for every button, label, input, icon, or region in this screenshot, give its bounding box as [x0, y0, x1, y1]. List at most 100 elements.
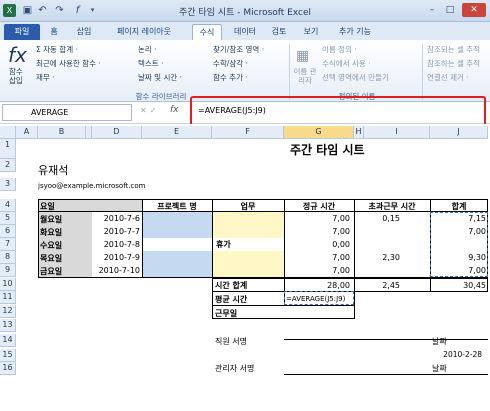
close-button[interactable]: ✕ [462, 3, 486, 17]
day-label: 목요일 [40, 254, 63, 263]
overtime-hours: 0,15 [382, 214, 400, 223]
insert-function-icon[interactable]: fx [8, 43, 27, 67]
col-header-j[interactable]: J [430, 126, 488, 139]
summary-rule [212, 305, 213, 319]
remove-arrows-button[interactable]: 연결선 제거 · [427, 72, 469, 83]
average-formula[interactable]: =AVERAGE(J5:J9) [286, 295, 345, 303]
name-box[interactable]: AVERAGE [2, 104, 132, 121]
header-total: 합계 [451, 202, 467, 211]
row-header[interactable]: 14 [0, 334, 16, 347]
row-header[interactable]: 4 [0, 199, 16, 212]
day-label: 금요일 [40, 267, 63, 276]
trace-precedents-button[interactable]: 참조되는 셀 추적 [427, 44, 480, 55]
col-header-g[interactable]: G [284, 126, 354, 139]
header-overtime: 초과근무 시간 [368, 202, 416, 211]
col-header-b[interactable]: B [38, 126, 86, 139]
total-hours: 7,00 [468, 227, 486, 236]
col-header-e[interactable]: E [142, 126, 212, 139]
day-label: 수요일 [40, 241, 63, 250]
col-header-i[interactable]: I [364, 126, 430, 139]
cancel-enter-icons[interactable]: ✕✓ [140, 106, 159, 115]
row-header[interactable]: 10 [0, 278, 16, 291]
col-header-a[interactable]: A [16, 126, 38, 139]
tab-review[interactable]: 검토 [266, 24, 292, 40]
row-header[interactable]: 16 [0, 362, 16, 375]
date-cell: 2010-7-6 [103, 214, 140, 223]
header-day: 요일 [40, 202, 55, 211]
regular-hours: 7,00 [332, 227, 350, 236]
workdays-label: 근무일 [215, 309, 238, 318]
col-header-d[interactable]: D [92, 126, 142, 139]
col-header-f[interactable]: F [212, 126, 284, 139]
lookup-reference-button[interactable]: 찾기/참조 영역 · [213, 44, 264, 55]
name-manager-button[interactable]: 이름 관리자 [292, 67, 318, 85]
date-cell: 2010-7-10 [98, 266, 140, 275]
row-header[interactable]: 12 [0, 305, 16, 318]
tab-addins[interactable]: 추가 기능 [330, 24, 380, 40]
signature-date: 2010-2-28 [443, 350, 482, 359]
header-regular: 정규 시간 [302, 202, 336, 211]
recent-functions-button[interactable]: 최근에 사용한 함수 · [36, 58, 101, 69]
date-label-2: 날짜 [432, 364, 447, 373]
grand-total: 30,45 [463, 281, 486, 290]
regular-hours: 7,00 [332, 266, 350, 275]
date-cell: 2010-7-9 [103, 253, 140, 262]
row-header[interactable]: 15 [0, 349, 16, 362]
name-manager-icon[interactable]: ▦ [296, 48, 309, 64]
use-in-formula-button[interactable]: 수식에서 사용 · [322, 58, 371, 69]
math-trig-button[interactable]: 수학/삼각 · [213, 58, 248, 69]
date-cell: 2010-7-8 [103, 240, 140, 249]
ribbon: fx 함수 삽입 Σ 자동 합계 · 최근에 사용한 함수 · 재무 · 논리 … [0, 40, 490, 102]
define-name-button[interactable]: 이름 정의 · [322, 44, 357, 55]
financial-button[interactable]: 재무 · [36, 72, 55, 83]
total-hours: 7,00 [468, 266, 486, 275]
text-button[interactable]: 텍스트 · [138, 58, 163, 69]
row-header[interactable]: 8 [0, 251, 16, 264]
regular-hours: 0,00 [332, 240, 350, 249]
select-all-button[interactable] [0, 126, 16, 139]
average-hours-label: 평균 시간 [215, 295, 248, 304]
logical-button[interactable]: 논리 · [138, 44, 157, 55]
date-cell: 2010-7-7 [103, 227, 140, 236]
row-header[interactable]: 6 [0, 225, 16, 238]
regular-hours: 7,00 [332, 214, 350, 223]
day-label: 화요일 [40, 228, 63, 237]
employee-name: 유재석 [38, 164, 69, 177]
row-header[interactable]: 2 [0, 159, 16, 172]
worksheet-grid[interactable]: A B D E F G H I J 1 2 3 4 5 6 7 8 9 10 11 12 13 14 15 1… [0, 124, 490, 411]
fx-icon[interactable]: fx [170, 105, 179, 115]
overtime-hours: 2,30 [382, 253, 400, 262]
row-header[interactable]: 7 [0, 238, 16, 251]
tab-home[interactable]: 홈 [44, 24, 64, 40]
holiday-label: 휴가 [216, 240, 231, 249]
insert-function-label[interactable]: 함수 삽입 [9, 67, 23, 85]
tab-view[interactable]: 보기 [298, 24, 324, 40]
create-from-selection-button[interactable]: 선택 영역에서 만들기 [322, 72, 389, 83]
row-header[interactable]: 3 [0, 178, 16, 191]
trace-dependents-button[interactable]: 참조하는 셀 추적 [427, 58, 480, 69]
header-project: 프로젝트 명 [157, 202, 197, 211]
summary-rule [354, 305, 355, 319]
row-header[interactable]: 13 [0, 319, 16, 332]
date-label: 날짜 [432, 337, 447, 346]
row-header[interactable]: 9 [0, 264, 16, 277]
more-functions-button[interactable]: 함수 추가 · [213, 72, 248, 83]
tab-formulas[interactable]: 수식 [192, 24, 222, 40]
row-header[interactable]: 5 [0, 212, 16, 225]
minimize-button[interactable]: – [424, 3, 440, 17]
date-time-button[interactable]: 날짜 및 시간 · [138, 72, 182, 83]
autosum-button[interactable]: Σ 자동 합계 · [36, 44, 78, 55]
row-header[interactable]: 11 [0, 291, 16, 304]
sig-rule [430, 374, 488, 375]
sig-rule [284, 339, 354, 340]
total-hours: 9,30 [468, 253, 486, 262]
tab-file[interactable]: 파일 [4, 24, 40, 40]
tab-page-layout[interactable]: 페이지 레이아웃 [104, 24, 184, 40]
row-header[interactable]: 1 [0, 139, 16, 159]
ribbon-separator [422, 44, 423, 100]
total-regular: 28,00 [327, 281, 350, 290]
tab-data[interactable]: 데이터 [230, 24, 260, 40]
maximize-button[interactable]: □ [442, 3, 458, 17]
col-header-h[interactable]: H [354, 126, 364, 139]
tab-insert[interactable]: 삽입 [70, 24, 98, 40]
